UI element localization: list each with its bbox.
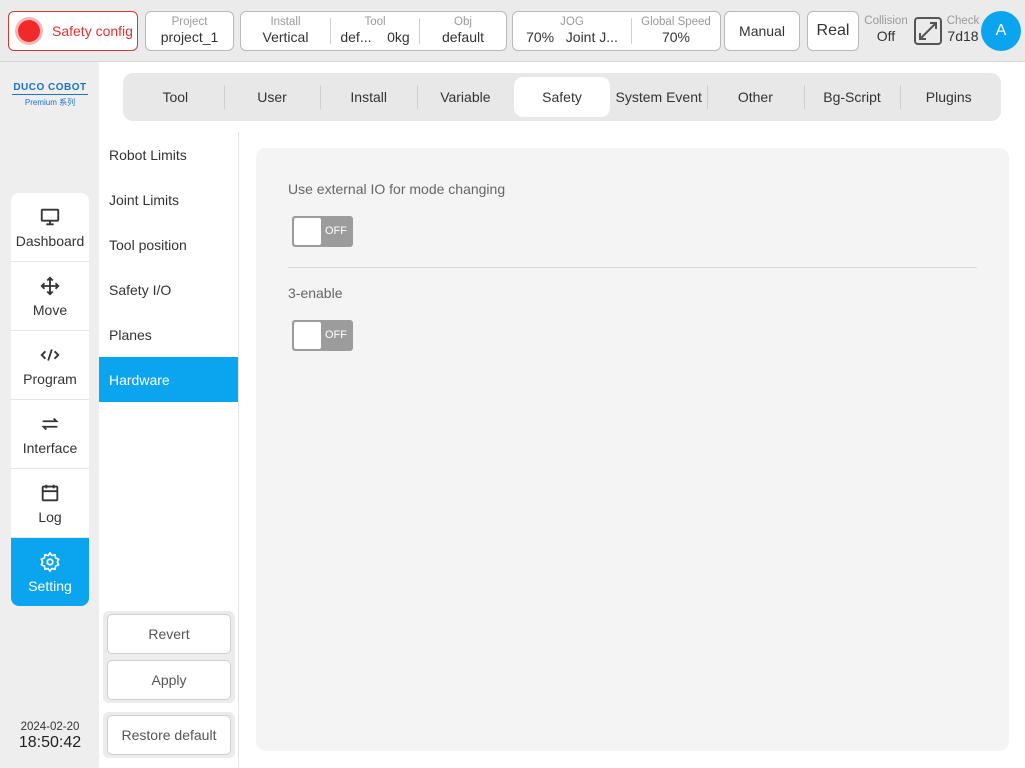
global-speed-info[interactable]: Global Speed 70% <box>632 12 720 50</box>
global-speed-value: 70% <box>661 29 691 45</box>
install-info[interactable]: Install Vertical <box>241 12 330 50</box>
external-io-toggle[interactable]: OFF <box>292 216 353 247</box>
jog-value: 70% Joint J... <box>513 29 631 46</box>
nav-label: Interface <box>22 439 78 456</box>
clock: 2024-02-20 18:50:42 <box>0 721 100 752</box>
fullscreen-expand-icon[interactable] <box>914 17 942 45</box>
collision-caption: Collision <box>864 15 908 27</box>
toggle-state: OFF <box>325 329 347 341</box>
real-mode-button[interactable]: Real <box>807 11 859 51</box>
tab-install[interactable]: Install <box>320 77 417 117</box>
jog-percent: 70% <box>526 29 555 45</box>
hardware-settings-panel: Use external IO for mode changing OFF 3-… <box>256 148 1009 751</box>
project-selector[interactable]: Project project_1 <box>145 11 234 51</box>
current-date: 2024-02-20 <box>20 721 80 733</box>
install-value: Vertical <box>262 29 309 45</box>
main-nav: Dashboard Move Program Interface Log Set… <box>11 193 89 606</box>
brand-name: DUCO COBOT <box>12 82 88 95</box>
tab-plugins[interactable]: Plugins <box>900 77 997 117</box>
subnav-item-joint-limits[interactable]: Joint Limits <box>99 177 238 222</box>
subnav-item-safety-io[interactable]: Safety I/O <box>99 267 238 312</box>
tab-user[interactable]: User <box>223 77 321 117</box>
check-caption: Check <box>946 15 980 27</box>
nav-label: Log <box>38 508 62 525</box>
project-caption: Project <box>171 16 208 28</box>
divider <box>288 267 977 268</box>
three-enable-toggle[interactable]: OFF <box>292 320 353 351</box>
external-io-label: Use external IO for mode changing <box>288 181 506 197</box>
safety-config-label: Safety config <box>52 23 133 39</box>
monitor-icon <box>40 208 60 225</box>
restore-group: Restore default <box>103 712 235 758</box>
nav-item-interface[interactable]: Interface <box>11 400 89 469</box>
jog-info[interactable]: JOG 70% Joint J... <box>513 12 631 50</box>
obj-value: default <box>441 29 485 45</box>
check-status[interactable]: Check 7d18 <box>944 15 982 45</box>
obj-caption: Obj <box>454 16 472 28</box>
tab-system-event[interactable]: System Event <box>610 77 707 117</box>
move-arrows-icon <box>40 275 60 296</box>
tab-bg-script[interactable]: Bg-Script <box>803 77 901 117</box>
restore-default-button[interactable]: Restore default <box>107 715 231 755</box>
toggle-knob <box>294 218 321 245</box>
jog-caption: JOG <box>560 16 584 28</box>
settings-content: Tool User Install Variable Safety System… <box>99 62 1025 768</box>
jog-mode: Joint J... <box>565 29 618 45</box>
toggle-knob <box>294 322 321 349</box>
nav-item-program[interactable]: Program <box>11 331 89 400</box>
swap-icon <box>41 417 59 430</box>
apply-button[interactable]: Apply <box>107 660 231 700</box>
code-icon <box>40 348 60 361</box>
manual-mode-button[interactable]: Manual <box>724 11 800 51</box>
global-speed-caption: Global Speed <box>641 16 711 28</box>
gear-icon <box>40 552 60 572</box>
nav-item-move[interactable]: Move <box>11 262 89 331</box>
tool-name: def... <box>340 29 372 45</box>
tool-weight: 0kg <box>387 29 410 45</box>
obj-info[interactable]: Obj default <box>420 12 506 50</box>
top-status-bar: Safety config Project project_1 Install … <box>0 0 1025 62</box>
brand-edition: Premium 系列 <box>24 98 76 107</box>
check-value: 7d18 <box>947 28 979 44</box>
collision-value: Off <box>876 28 896 44</box>
toggle-state: OFF <box>325 225 347 237</box>
install-tool-obj-group[interactable]: Install Vertical Tool def... 0kg Obj def… <box>240 11 507 51</box>
calendar-icon <box>41 484 59 501</box>
settings-tabs: Tool User Install Variable Safety System… <box>123 73 1001 121</box>
revert-apply-group: Revert Apply <box>103 611 235 703</box>
subnav-item-hardware[interactable]: Hardware <box>99 357 238 402</box>
user-avatar[interactable]: A <box>981 11 1021 51</box>
nav-item-dashboard[interactable]: Dashboard <box>11 193 89 262</box>
jog-speed-group[interactable]: JOG 70% Joint J... Global Speed 70% <box>512 11 721 51</box>
install-caption: Install <box>270 16 301 28</box>
nav-label: Setting <box>28 578 72 594</box>
tab-safety[interactable]: Safety <box>513 77 611 117</box>
nav-label: Move <box>32 301 68 318</box>
safety-status-indicator-icon <box>18 20 40 42</box>
tab-tool[interactable]: Tool <box>127 77 224 117</box>
safety-config-button[interactable]: Safety config <box>8 11 138 51</box>
collision-status[interactable]: Collision Off <box>862 15 910 45</box>
brand-logo: DUCO COBOT Premium 系列 <box>12 82 88 108</box>
revert-button[interactable]: Revert <box>107 614 231 654</box>
tool-value: def... 0kg <box>331 29 419 46</box>
current-time: 18:50:42 <box>18 734 82 751</box>
tool-info[interactable]: Tool def... 0kg <box>331 12 419 50</box>
tab-variable[interactable]: Variable <box>417 77 514 117</box>
tab-other[interactable]: Other <box>707 77 804 117</box>
project-value: project_1 <box>160 29 219 45</box>
nav-label: Dashboard <box>15 232 85 249</box>
three-enable-label: 3-enable <box>288 285 343 301</box>
subnav-item-planes[interactable]: Planes <box>99 312 238 357</box>
nav-item-setting[interactable]: Setting <box>11 538 89 606</box>
safety-subnav: Robot Limits Joint Limits Tool position … <box>99 132 239 768</box>
nav-item-log[interactable]: Log <box>11 469 89 538</box>
subnav-item-robot-limits[interactable]: Robot Limits <box>99 132 238 177</box>
nav-label: Program <box>23 370 77 387</box>
tool-caption: Tool <box>364 16 386 28</box>
subnav-item-tool-position[interactable]: Tool position <box>99 222 238 267</box>
